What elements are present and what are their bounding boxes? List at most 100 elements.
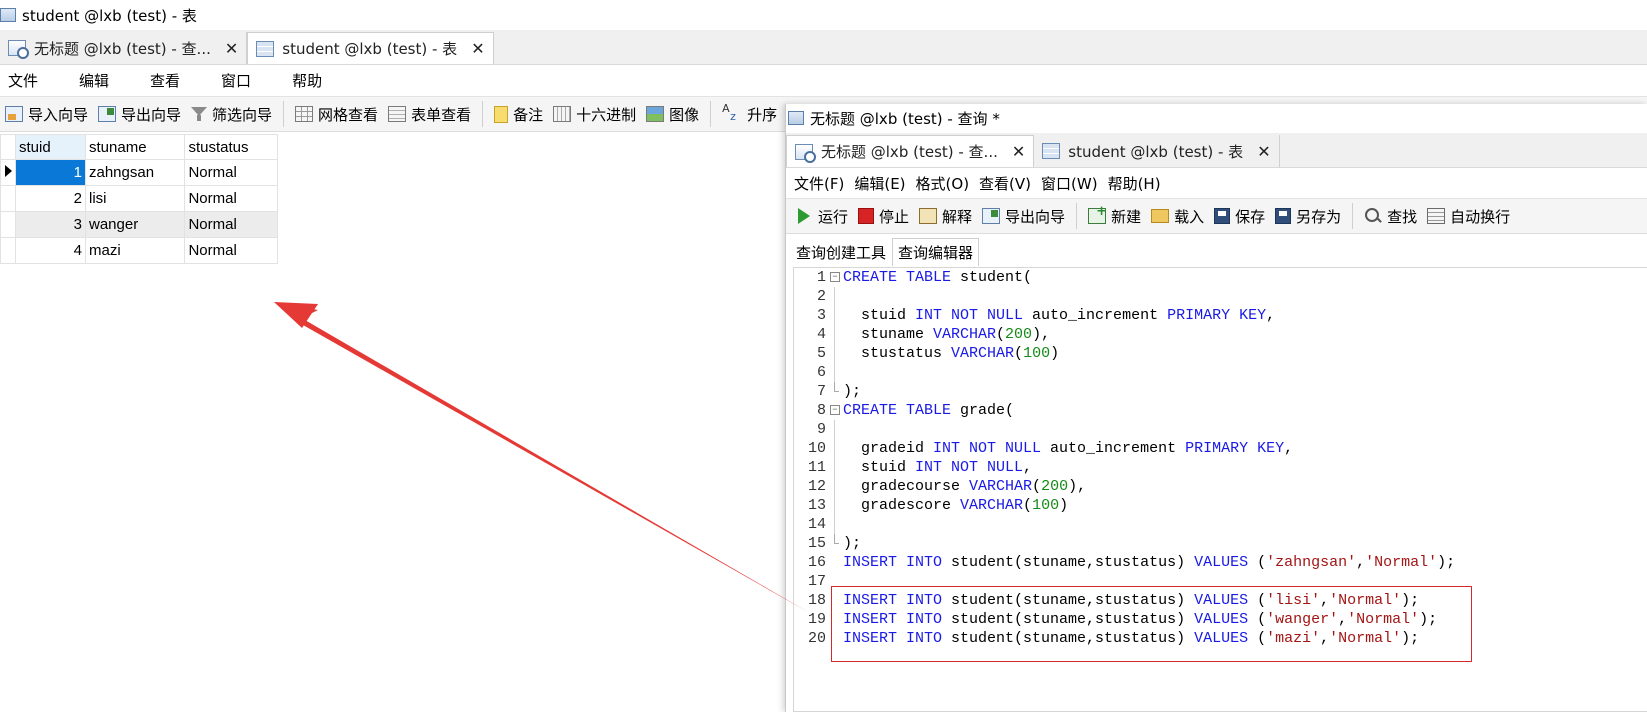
tab-query-editor[interactable]: 查询编辑器 bbox=[892, 238, 980, 266]
memo-button[interactable]: 备注 bbox=[489, 99, 548, 129]
menu-file[interactable]: 文件 bbox=[5, 70, 41, 91]
query-icon bbox=[795, 143, 816, 163]
save-button[interactable]: 保存 bbox=[1209, 201, 1270, 231]
code-line: 1− CREATE TABLE student( bbox=[794, 268, 1647, 287]
cell-stustatus[interactable]: Normal bbox=[184, 211, 278, 238]
tab-student-table[interactable]: student @lxb (test) - 表 ✕ bbox=[1034, 135, 1280, 167]
form-icon bbox=[388, 106, 407, 122]
window-title-bar: student @lxb (test) - 表 bbox=[0, 0, 1647, 30]
close-icon[interactable]: ✕ bbox=[1257, 142, 1270, 161]
fold-collapse-icon[interactable]: − bbox=[830, 405, 840, 415]
column-header-stuid[interactable]: stuid bbox=[15, 134, 86, 160]
word-wrap-icon bbox=[1427, 208, 1446, 224]
button-label: 十六进制 bbox=[576, 105, 637, 124]
save-as-button[interactable]: 另存为 bbox=[1270, 201, 1346, 231]
export-wizard-button[interactable]: 导出向导 bbox=[93, 99, 186, 129]
table-row[interactable]: 1 zahngsan Normal bbox=[0, 159, 278, 186]
table-row[interactable]: 4 mazi Normal bbox=[0, 237, 278, 264]
tab-student-table[interactable]: student @lxb (test) - 表 ✕ bbox=[247, 32, 494, 64]
line-number: 9 bbox=[816, 421, 826, 438]
tab-label: student @lxb (test) - 表 bbox=[282, 40, 458, 58]
arrow-shaft bbox=[274, 302, 808, 612]
explain-icon bbox=[919, 208, 938, 224]
filter-wizard-button[interactable]: 筛选向导 bbox=[186, 99, 277, 129]
cell-stustatus[interactable]: Normal bbox=[184, 159, 278, 186]
cell-stuname[interactable]: mazi bbox=[84, 237, 186, 264]
line-number: 14 bbox=[807, 516, 826, 533]
cell-stustatus[interactable]: Normal bbox=[184, 237, 278, 264]
form-view-button[interactable]: 表单查看 bbox=[383, 99, 476, 129]
cell-stuname[interactable]: zahngsan bbox=[84, 159, 186, 186]
cell-stuid[interactable]: 3 bbox=[15, 211, 86, 238]
code-line: 7); bbox=[794, 382, 1647, 401]
column-header-stuname[interactable]: stuname bbox=[84, 134, 186, 160]
close-icon[interactable]: ✕ bbox=[225, 39, 238, 58]
menu-edit[interactable]: 编辑(E) bbox=[854, 173, 905, 194]
cell-stuname[interactable]: lisi bbox=[84, 185, 186, 212]
find-button[interactable]: 查找 bbox=[1359, 201, 1422, 231]
tab-untitled-query[interactable]: 无标题 @lxb (test) - 查... ✕ bbox=[786, 135, 1035, 167]
sort-ascending-icon bbox=[722, 102, 742, 123]
column-header-stustatus[interactable]: stustatus bbox=[184, 134, 278, 160]
stop-button[interactable]: 停止 bbox=[853, 201, 914, 231]
menu-edit[interactable]: 编辑 bbox=[76, 70, 112, 91]
menu-format[interactable]: 格式(O) bbox=[916, 173, 970, 194]
sort-ascending-button[interactable]: 升序 bbox=[717, 99, 782, 129]
line-number: 11 bbox=[807, 459, 826, 476]
query-icon bbox=[8, 40, 29, 59]
cell-stuid[interactable]: 4 bbox=[15, 237, 86, 264]
menu-view[interactable]: 查看(V) bbox=[979, 173, 1031, 194]
grid-view-button[interactable]: 网格查看 bbox=[290, 99, 383, 129]
note-icon bbox=[494, 105, 509, 123]
cell-stuname[interactable]: wanger bbox=[84, 211, 186, 238]
data-grid: stuid stuname stustatus 1 zahngsan Norma… bbox=[0, 134, 278, 264]
close-icon[interactable]: ✕ bbox=[1012, 142, 1025, 161]
close-icon[interactable]: ✕ bbox=[471, 39, 484, 58]
load-button[interactable]: 载入 bbox=[1146, 201, 1209, 231]
cell-stuid[interactable]: 1 bbox=[15, 159, 86, 186]
stop-icon bbox=[858, 208, 875, 224]
menu-window[interactable]: 窗口 bbox=[218, 70, 254, 91]
save-as-icon bbox=[1275, 208, 1292, 224]
query-menu-bar: 文件(F) 编辑(E) 格式(O) 查看(V) 窗口(W) 帮助(H) bbox=[786, 168, 1647, 198]
button-label: 运行 bbox=[818, 207, 849, 226]
button-label: 导出向导 bbox=[121, 105, 182, 124]
button-label: 解释 bbox=[942, 207, 973, 226]
line-number: 10 bbox=[807, 440, 826, 457]
tab-query-builder[interactable]: 查询创建工具 bbox=[790, 238, 892, 266]
button-label: 升序 bbox=[747, 105, 778, 124]
cell-stuid[interactable]: 2 bbox=[15, 185, 86, 212]
button-label: 保存 bbox=[1235, 207, 1266, 226]
line-number: 15 bbox=[807, 535, 826, 552]
new-query-button[interactable]: 新建 bbox=[1083, 201, 1146, 231]
button-label: 备注 bbox=[513, 105, 544, 124]
fold-collapse-icon[interactable]: − bbox=[830, 272, 840, 282]
export-wizard-button[interactable]: 导出向导 bbox=[977, 201, 1070, 231]
import-wizard-button[interactable]: 导入向导 bbox=[0, 99, 93, 129]
explain-button[interactable]: 解释 bbox=[914, 201, 977, 231]
menu-window[interactable]: 窗口(W) bbox=[1041, 173, 1098, 194]
annotation-highlight-box bbox=[831, 586, 1472, 662]
image-button[interactable]: 图像 bbox=[641, 99, 704, 129]
word-wrap-button[interactable]: 自动换行 bbox=[1422, 201, 1515, 231]
line-number: 8 bbox=[816, 402, 826, 419]
button-label: 查找 bbox=[1387, 207, 1418, 226]
table-row[interactable]: 2 lisi Normal bbox=[0, 185, 278, 212]
cell-stustatus[interactable]: Normal bbox=[184, 185, 278, 212]
hex-button[interactable]: 十六进制 bbox=[548, 99, 641, 129]
code-line: 14 bbox=[794, 515, 1647, 534]
line-number: 3 bbox=[816, 307, 826, 324]
tab-untitled-query[interactable]: 无标题 @lxb (test) - 查... ✕ bbox=[0, 32, 248, 64]
menu-file[interactable]: 文件(F) bbox=[794, 173, 844, 194]
menu-view[interactable]: 查看 bbox=[147, 70, 183, 91]
code-line: 9 bbox=[794, 420, 1647, 439]
query-window-title: 无标题 @lxb (test) - 查询 * bbox=[810, 109, 1000, 128]
query-subtab-bar: 查询创建工具 查询编辑器 bbox=[790, 236, 980, 266]
run-button[interactable]: 运行 bbox=[790, 201, 853, 231]
toolbar-divider bbox=[710, 101, 712, 127]
menu-help[interactable]: 帮助(H) bbox=[1108, 173, 1161, 194]
table-row[interactable]: 3 wanger Normal bbox=[0, 211, 278, 238]
menu-help[interactable]: 帮助 bbox=[289, 70, 325, 91]
line-number: 5 bbox=[816, 345, 826, 362]
line-number: 12 bbox=[807, 478, 826, 495]
